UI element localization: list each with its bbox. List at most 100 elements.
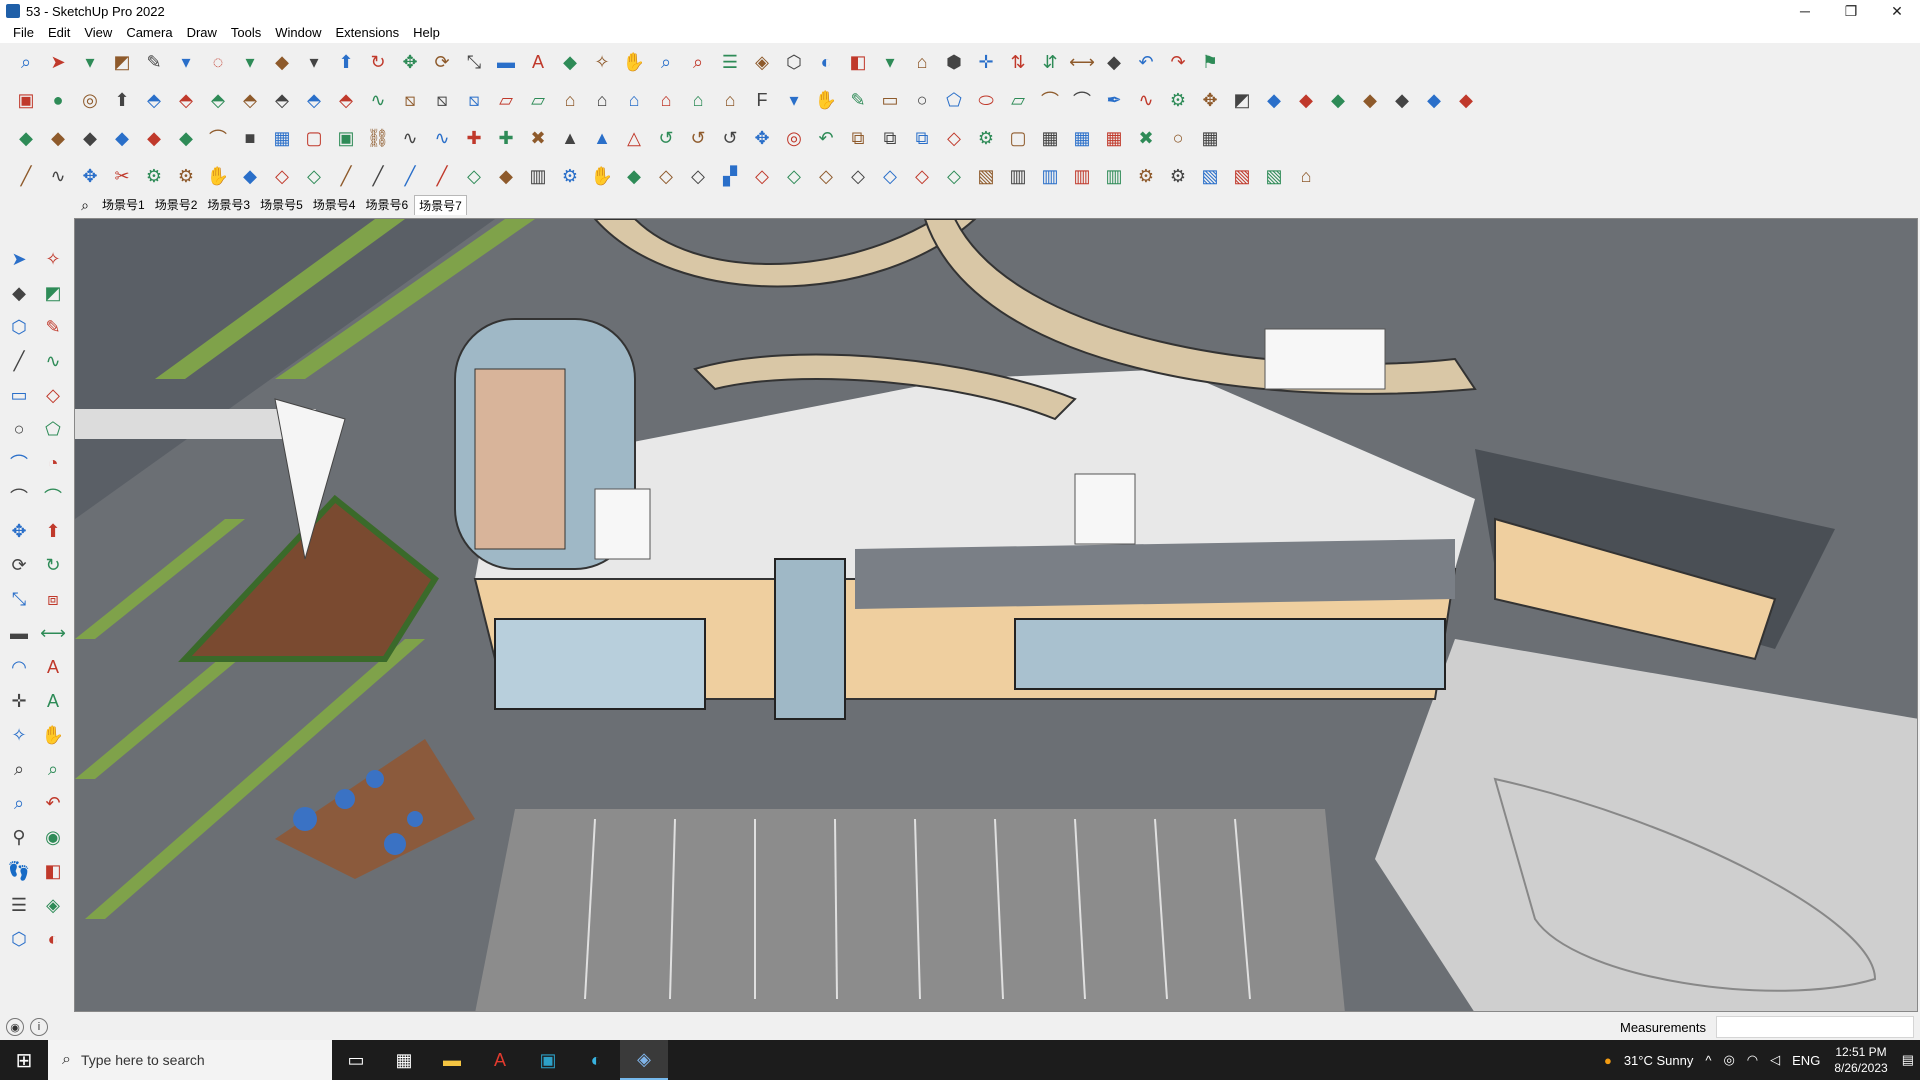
hatch-icon[interactable]: ▧ (1228, 162, 1256, 190)
face-icon[interactable]: ◆ (12, 124, 40, 152)
rotated-rect-icon[interactable]: ◇ (38, 380, 68, 410)
menu-camera[interactable]: Camera (119, 25, 179, 40)
dropdown-icon[interactable]: ▾ (76, 48, 104, 76)
scene-tab-active[interactable]: 场景号7 (414, 195, 467, 215)
frame-icon[interactable]: ▢ (300, 124, 328, 152)
tape-measure-icon[interactable]: ▬ (492, 48, 520, 76)
arc-icon[interactable]: ⌒ (4, 448, 34, 478)
hatch-icon[interactable]: ▧ (1260, 162, 1288, 190)
layers-icon[interactable]: ☰ (4, 890, 34, 920)
extension-icon[interactable]: ⬢ (940, 48, 968, 76)
shape-icon[interactable]: ◇ (876, 162, 904, 190)
house-icon[interactable]: ⌂ (652, 86, 680, 114)
dropdown-icon[interactable]: ▾ (876, 48, 904, 76)
shape-icon[interactable]: ◇ (812, 162, 840, 190)
extrude-icon[interactable]: ⬘ (236, 86, 264, 114)
rectangle-icon[interactable]: ▭ (4, 380, 34, 410)
solid-icon[interactable]: ◆ (1388, 86, 1416, 114)
cylinder-icon[interactable]: ◎ (780, 124, 808, 152)
pie-icon[interactable]: ◔ (38, 448, 68, 478)
gear-icon[interactable]: ⚙ (1164, 162, 1192, 190)
push-pull-icon[interactable]: ⬆ (38, 516, 68, 546)
arc3-icon[interactable]: ⌒ (38, 482, 68, 512)
move-icon[interactable]: ✥ (4, 516, 34, 546)
house-icon[interactable]: ⌂ (588, 86, 616, 114)
arc-icon[interactable]: ⌒ (1036, 86, 1064, 114)
text-icon[interactable]: A (524, 48, 552, 76)
slice-icon[interactable]: ⧅ (396, 86, 424, 114)
language-indicator[interactable]: ENG (1786, 1053, 1826, 1068)
face-icon[interactable]: ◆ (236, 162, 264, 190)
solid-icon[interactable]: ◆ (1260, 86, 1288, 114)
section-icon[interactable]: ◧ (844, 48, 872, 76)
acrobat-icon[interactable]: A (476, 1040, 524, 1080)
terrain-icon[interactable]: ▱ (492, 86, 520, 114)
taskbar-search[interactable]: ⌕ Type here to search (48, 1040, 332, 1080)
grid-icon[interactable]: ▦ (1100, 124, 1128, 152)
menu-help[interactable]: Help (406, 25, 447, 40)
shape-icon[interactable]: ◇ (780, 162, 808, 190)
scene-tab[interactable]: 场景号5 (256, 195, 307, 215)
scale-icon[interactable]: ⤡ (4, 584, 34, 614)
face-icon[interactable]: ◆ (44, 124, 72, 152)
select-icon[interactable]: ➤ (4, 244, 34, 274)
dropdown-icon[interactable]: ▾ (300, 48, 328, 76)
gear-icon[interactable]: ⚙ (172, 162, 200, 190)
shape-icon[interactable]: ◇ (748, 162, 776, 190)
menu-window[interactable]: Window (268, 25, 328, 40)
house-icon[interactable]: ⌂ (556, 86, 584, 114)
slice-icon[interactable]: ⧅ (460, 86, 488, 114)
pan-icon[interactable]: ✋ (38, 720, 68, 750)
scale-icon[interactable]: ⤡ (460, 48, 488, 76)
gear-icon[interactable]: ⚙ (1132, 162, 1160, 190)
warehouse-icon[interactable]: ⌂ (908, 48, 936, 76)
extrude-icon[interactable]: ⬘ (300, 86, 328, 114)
solid-icon[interactable]: ◆ (1292, 86, 1320, 114)
slice-icon[interactable]: ⧅ (428, 86, 456, 114)
bars-icon[interactable]: ▥ (1100, 162, 1128, 190)
shape-icon[interactable]: ◇ (652, 162, 680, 190)
font-icon[interactable]: F (748, 86, 776, 114)
arc-icon[interactable]: ⌒ (1068, 86, 1096, 114)
previous-icon[interactable]: ↶ (38, 788, 68, 818)
walk-icon[interactable]: 👣 (4, 856, 34, 886)
eraser-icon[interactable]: ◩ (1228, 86, 1256, 114)
box-icon[interactable]: ▣ (12, 86, 40, 114)
terrain-icon[interactable]: ▱ (524, 86, 552, 114)
shape-icon[interactable]: ◇ (684, 162, 712, 190)
redo-icon[interactable]: ↷ (1164, 48, 1192, 76)
shape-icon[interactable]: ◇ (268, 162, 296, 190)
rotate-icon[interactable]: ⟳ (4, 550, 34, 580)
follow-me-icon[interactable]: ↻ (364, 48, 392, 76)
shape-icon[interactable]: ◇ (844, 162, 872, 190)
gear-icon[interactable]: ⚙ (1164, 86, 1192, 114)
calculator-icon[interactable]: ▦ (380, 1040, 428, 1080)
up-down-icon[interactable]: ⇅ (1004, 48, 1032, 76)
arrows-icon[interactable]: ⇵ (1036, 48, 1064, 76)
arc2-icon[interactable]: ⌒ (4, 482, 34, 512)
parallelogram-icon[interactable]: ▱ (1004, 86, 1032, 114)
line-icon[interactable]: ╱ (12, 162, 40, 190)
cylinder-icon[interactable]: ◎ (76, 86, 104, 114)
layers-icon[interactable]: ☰ (716, 48, 744, 76)
frame-icon[interactable]: ▢ (1004, 124, 1032, 152)
face-icon[interactable]: ◆ (620, 162, 648, 190)
orbit-icon[interactable]: ✧ (38, 244, 68, 274)
shape-icon[interactable]: ◇ (908, 162, 936, 190)
clock[interactable]: 12:51 PM 8/26/2023 (1826, 1044, 1895, 1076)
scene-tab[interactable]: 场景号2 (151, 195, 202, 215)
bars-icon[interactable]: ▥ (1004, 162, 1032, 190)
dropdown-icon[interactable]: ▾ (172, 48, 200, 76)
house-icon[interactable]: ⌂ (716, 86, 744, 114)
house-icon[interactable]: ⌂ (620, 86, 648, 114)
shadows-icon[interactable]: ◐ (812, 48, 840, 76)
ellipse-icon[interactable]: ⬭ (972, 86, 1000, 114)
face-icon[interactable]: ◆ (172, 124, 200, 152)
line-icon[interactable]: ╱ (332, 162, 360, 190)
shape-icon[interactable]: ◇ (300, 162, 328, 190)
sketchup-icon[interactable]: ◈ (620, 1040, 668, 1080)
move-icon[interactable]: ✥ (1196, 86, 1224, 114)
eraser-icon[interactable]: ◩ (38, 278, 68, 308)
zoom-icon[interactable]: ⌕ (4, 754, 34, 784)
3d-text-icon[interactable]: A (38, 686, 68, 716)
